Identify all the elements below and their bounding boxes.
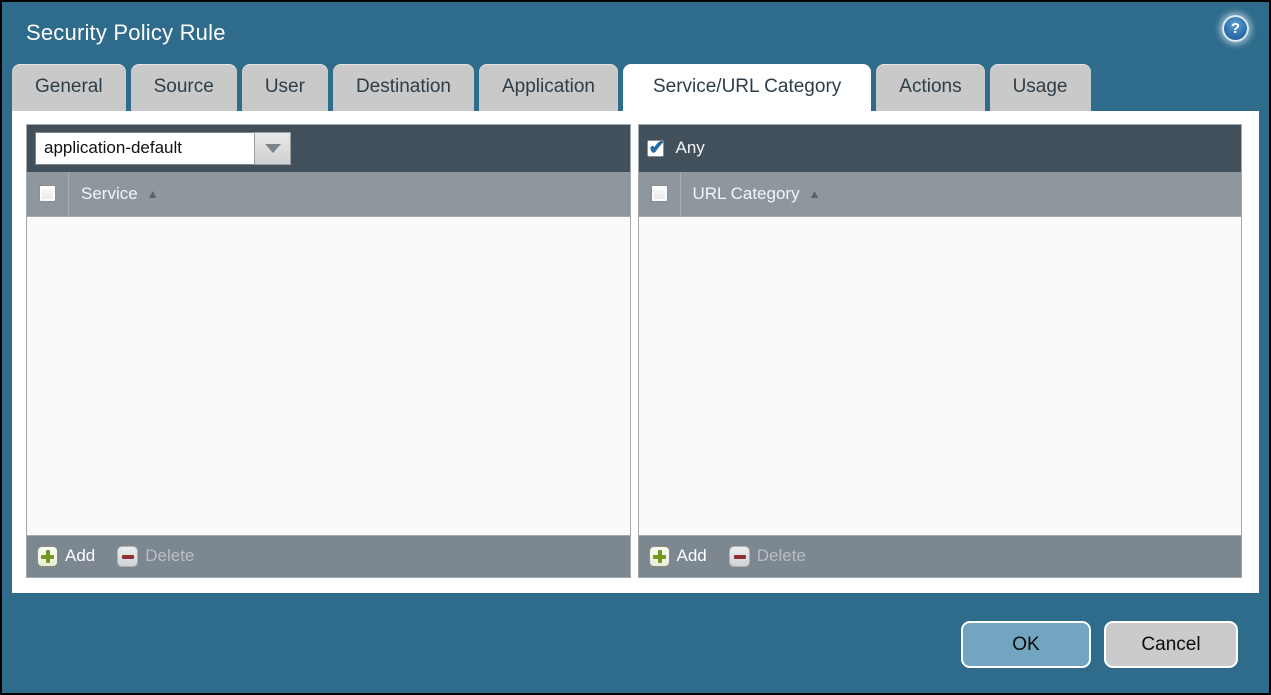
tab-user[interactable]: User [241, 63, 328, 111]
dialog-title: Security Policy Rule [26, 19, 226, 45]
service-column-header-row: Service ▲ [27, 171, 630, 217]
sort-ascending-icon: ▲ [808, 186, 821, 201]
service-add-label: Add [65, 546, 96, 566]
tab-destination[interactable]: Destination [332, 63, 474, 111]
service-select-all-checkbox[interactable] [39, 185, 56, 203]
service-delete-button[interactable]: Delete [117, 545, 195, 567]
service-select-all-cell [27, 171, 69, 216]
dialog-button-bar: OK Cancel [2, 593, 1269, 693]
tab-source[interactable]: Source [130, 63, 237, 111]
url-category-column-header-row: URL Category ▲ [638, 171, 1241, 217]
service-panel: Service ▲ Add Delete [26, 123, 631, 578]
tab-actions[interactable]: Actions [876, 63, 985, 111]
service-column-header[interactable]: Service ▲ [69, 172, 159, 216]
url-category-panel: Any URL Category ▲ Add Delete [637, 123, 1242, 578]
tab-application[interactable]: Application [479, 63, 618, 111]
sort-ascending-icon: ▲ [146, 186, 159, 201]
security-policy-rule-dialog: Security Policy Rule ? General Source Us… [0, 0, 1271, 695]
service-add-button[interactable]: Add [37, 545, 96, 567]
service-type-dropdown[interactable] [35, 131, 291, 165]
url-category-column-label: URL Category [692, 183, 800, 203]
service-panel-footer: Add Delete [27, 534, 630, 577]
service-type-dropdown-button[interactable] [254, 131, 291, 165]
delete-minus-icon [117, 545, 139, 567]
service-type-dropdown-value[interactable] [35, 131, 254, 165]
url-category-column-header[interactable]: URL Category ▲ [681, 172, 821, 216]
tab-bar: General Source User Destination Applicat… [2, 63, 1269, 111]
delete-minus-icon [728, 545, 750, 567]
ok-button[interactable]: OK [961, 621, 1091, 669]
service-panel-toolbar [27, 124, 630, 172]
chevron-down-icon [264, 143, 281, 153]
tab-service-url-category[interactable]: Service/URL Category [622, 63, 872, 111]
service-column-label: Service [81, 183, 138, 203]
url-category-list-body[interactable] [638, 216, 1241, 535]
url-category-panel-toolbar: Any [638, 124, 1241, 172]
url-category-select-all-checkbox[interactable] [650, 185, 668, 203]
url-category-add-label: Add [676, 546, 707, 566]
any-checkbox[interactable] [646, 135, 665, 160]
cancel-button[interactable]: Cancel [1104, 621, 1238, 669]
dialog-titlebar: Security Policy Rule ? [2, 2, 1269, 64]
url-category-delete-button[interactable]: Delete [728, 545, 806, 567]
tab-general[interactable]: General [12, 63, 126, 111]
url-category-select-all-cell [639, 171, 681, 216]
url-category-add-button[interactable]: Add [648, 545, 707, 567]
help-icon[interactable]: ? [1222, 15, 1249, 42]
url-category-delete-label: Delete [756, 546, 806, 566]
add-plus-icon [648, 545, 670, 567]
add-plus-icon [37, 545, 58, 567]
tab-content-area: Service ▲ Add Delete Any [12, 110, 1259, 594]
any-label: Any [675, 138, 705, 158]
service-delete-label: Delete [145, 546, 195, 566]
url-category-panel-footer: Add Delete [638, 534, 1241, 577]
tab-usage[interactable]: Usage [989, 63, 1091, 111]
service-list-body[interactable] [27, 216, 630, 535]
